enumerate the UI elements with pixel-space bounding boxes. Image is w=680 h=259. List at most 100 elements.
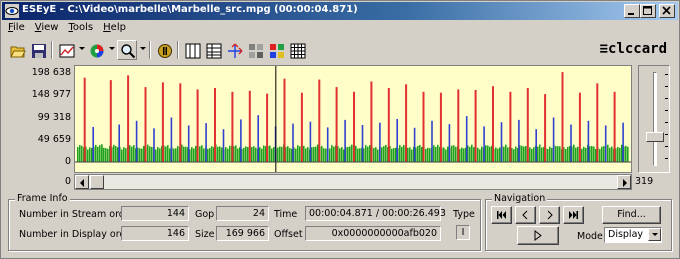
b-frame-bar xyxy=(207,148,209,162)
chart-dropdown-icon[interactable] xyxy=(79,47,85,50)
b-frame-bar xyxy=(325,148,327,162)
vertical-zoom-slider[interactable] xyxy=(638,65,670,173)
p-frame-bar xyxy=(587,120,590,162)
menu-bar: File View Tools Help xyxy=(3,21,131,37)
mode-select[interactable]: Display xyxy=(604,227,662,243)
frame-size-chart[interactable] xyxy=(74,65,632,173)
b-frame-bar xyxy=(533,147,535,162)
b-frame-bar xyxy=(341,147,343,162)
toolbar: ≡clccard xyxy=(3,38,677,62)
menu-tools[interactable]: Tools xyxy=(63,21,98,37)
time-value: 00:00:04.871 / 00:00:26.493 xyxy=(305,206,446,221)
b-frame-bar xyxy=(191,147,193,162)
slider-tick xyxy=(665,98,668,99)
offset-value: 0x0000000000afb020 xyxy=(305,226,441,241)
find-button[interactable]: Find... xyxy=(602,206,661,224)
play-button[interactable] xyxy=(517,226,559,245)
next-frame-button[interactable] xyxy=(539,206,560,224)
scroll-thumb[interactable] xyxy=(90,175,104,189)
b-frame-bar xyxy=(177,146,179,162)
horizontal-scrollbar[interactable] xyxy=(74,174,632,190)
macroblock-color-button[interactable] xyxy=(266,40,286,60)
scroll-left-button[interactable] xyxy=(75,175,89,189)
menu-help[interactable]: Help xyxy=(98,21,131,37)
scroll-right-button[interactable] xyxy=(617,175,631,189)
brand-logo: ≡clccard xyxy=(599,41,667,57)
b-frame-bar xyxy=(175,148,177,162)
b-frame-bar xyxy=(523,146,525,162)
last-frame-button[interactable] xyxy=(563,206,584,224)
p-frame-bar xyxy=(309,121,312,162)
b-frame-bar xyxy=(547,149,549,162)
b-frame-bar xyxy=(157,147,159,162)
color-button[interactable] xyxy=(86,40,106,60)
b-frame-bar xyxy=(399,145,401,162)
p-frame-bar xyxy=(344,119,346,162)
b-frame-bar xyxy=(549,146,551,162)
mode-select-value: Display xyxy=(608,229,644,240)
chevron-down-icon[interactable] xyxy=(648,228,661,241)
menu-view[interactable]: View xyxy=(30,21,64,37)
b-frame-bar xyxy=(357,148,359,162)
b-frame-bar xyxy=(619,147,621,162)
gop-value: 24 xyxy=(216,206,269,221)
b-frame-bar xyxy=(245,146,247,162)
b-frame-bar xyxy=(425,148,427,162)
maximize-button[interactable] xyxy=(640,4,656,18)
b-frame-bar xyxy=(443,147,445,162)
color-dropdown-icon[interactable] xyxy=(109,47,115,50)
y-tick-label: 198 638 xyxy=(31,67,71,78)
b-frame-bar xyxy=(107,148,109,162)
b-frame-bar xyxy=(581,148,583,162)
b-frame-bar xyxy=(503,146,505,162)
save-button[interactable] xyxy=(28,40,48,60)
type-label: Type xyxy=(453,209,475,220)
p-frame-bar xyxy=(465,116,468,162)
b-frame-bar xyxy=(247,147,249,162)
arrows-button[interactable] xyxy=(224,40,244,60)
prev-frame-icon xyxy=(522,210,528,220)
b-frame-bar xyxy=(139,148,141,162)
record-button[interactable] xyxy=(154,40,174,60)
b-frame-bar xyxy=(359,148,361,162)
close-button[interactable] xyxy=(659,4,675,18)
navigation-title: Navigation xyxy=(492,193,548,204)
grid-icon xyxy=(290,43,306,59)
b-frame-bar xyxy=(243,147,245,162)
first-frame-button[interactable] xyxy=(491,206,512,224)
prev-frame-button[interactable] xyxy=(515,206,536,224)
b-frame-bar xyxy=(539,144,541,162)
b-frame-bar xyxy=(295,148,297,162)
i-frame-bar xyxy=(318,79,321,162)
b-frame-bar xyxy=(147,144,149,162)
type-value: I xyxy=(456,225,470,240)
arrow-left-icon xyxy=(80,179,84,187)
zoom-button[interactable] xyxy=(117,40,137,60)
chart-canvas xyxy=(75,66,631,172)
frame-grid-button[interactable] xyxy=(182,40,202,60)
b-frame-bar xyxy=(373,148,375,162)
b-frame-bar xyxy=(507,147,509,162)
zoom-icon xyxy=(121,44,136,59)
b-frame-bar xyxy=(627,146,629,162)
p-frame-bar xyxy=(326,127,329,162)
b-frame-bar xyxy=(277,147,279,162)
b-frame-bar xyxy=(435,146,437,162)
b-frame-bar xyxy=(169,148,171,162)
p-frame-bar xyxy=(622,122,624,162)
i-frame-bar xyxy=(127,75,130,162)
chart-button[interactable] xyxy=(56,40,76,60)
open-button[interactable] xyxy=(7,40,27,60)
i-frame-bar xyxy=(300,92,303,162)
table-button[interactable] xyxy=(203,40,223,60)
slider-thumb[interactable] xyxy=(646,132,664,142)
menu-file[interactable]: File xyxy=(3,21,30,37)
macroblock-gray-button[interactable] xyxy=(245,40,265,60)
table-icon xyxy=(206,43,222,59)
b-frame-bar xyxy=(521,145,523,162)
zoom-dropdown-icon[interactable] xyxy=(140,47,146,50)
grid-button[interactable] xyxy=(287,40,307,60)
minimize-button[interactable] xyxy=(624,4,640,18)
b-frame-bar xyxy=(599,149,601,162)
display-order-value: 146 xyxy=(121,226,189,241)
